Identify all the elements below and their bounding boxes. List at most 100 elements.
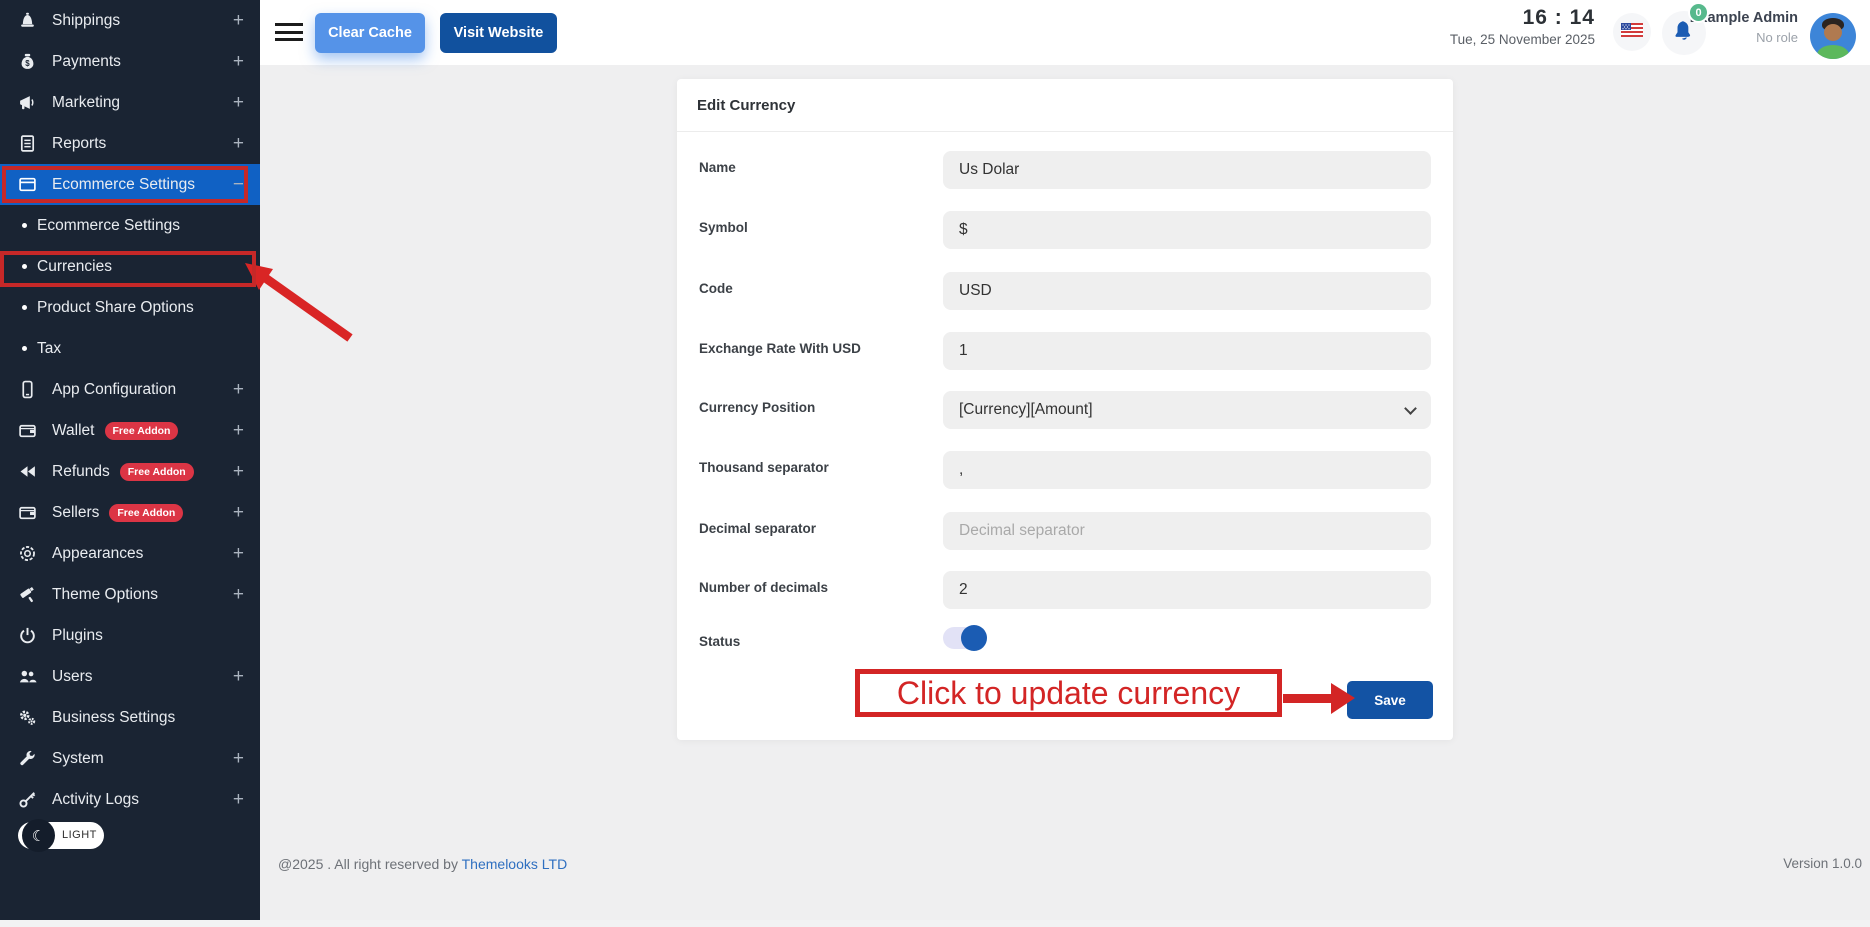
footer-version: Version 1.0.0 xyxy=(1783,856,1862,871)
field-label-currency-position: Currency Position xyxy=(699,400,816,415)
field-control xyxy=(943,272,1431,310)
field-control xyxy=(943,211,1431,249)
sidebar-item-app-configuration[interactable]: App Configuration + xyxy=(0,369,260,410)
moon-icon: ☾ xyxy=(22,819,55,852)
thousand-separator-input[interactable] xyxy=(943,451,1431,489)
sidebar-item-label: Users xyxy=(52,667,93,685)
status-toggle[interactable] xyxy=(943,625,987,651)
phone-icon xyxy=(18,380,40,399)
sidebar-item-label: Business Settings xyxy=(52,708,176,726)
sidebar-item-marketing[interactable]: Marketing + xyxy=(0,82,260,123)
sidebar-item-plugins[interactable]: Plugins xyxy=(0,615,260,656)
sidebar-item-refunds[interactable]: Refunds Free Addon + xyxy=(0,451,260,492)
sidebar-item-label: Plugins xyxy=(52,626,103,644)
sidebar-item-ecommerce-settings[interactable]: Ecommerce Settings − xyxy=(0,164,260,205)
form-row-thousand-separator: Thousand separator xyxy=(699,451,1431,489)
sidebar-item-activity-logs[interactable]: Activity Logs + xyxy=(0,779,260,820)
svg-text:$: $ xyxy=(25,59,30,68)
plus-icon: + xyxy=(232,133,244,154)
field-control xyxy=(943,332,1431,370)
sidebar-item-ecommerce-settings[interactable]: Ecommerce Settings xyxy=(0,205,260,246)
sidebar-item-product-share-options[interactable]: Product Share Options xyxy=(0,287,260,328)
sidebar-item-label: Wallet xyxy=(52,421,95,439)
field-control xyxy=(943,625,1431,651)
clear-cache-button[interactable]: Clear Cache xyxy=(315,13,425,53)
sidebar-item-label: Product Share Options xyxy=(37,298,194,316)
gears-icon xyxy=(18,708,40,727)
form-row-decimal-separator: Decimal separator xyxy=(699,512,1431,550)
name-input[interactable] xyxy=(943,151,1431,189)
form-row-number-of-decimals: Number of decimals xyxy=(699,571,1431,609)
sidebar: Shippings + $ Payments + Marketing + Reports + Ec… xyxy=(0,0,260,920)
sidebar-item-label: Payments xyxy=(52,52,121,70)
sidebar-item-label: Tax xyxy=(37,339,62,357)
sidebar-item-theme-options[interactable]: Theme Options + xyxy=(0,574,260,615)
field-control xyxy=(943,512,1431,550)
footer-copyright: @2025 . All right reserved by Themelooks… xyxy=(278,856,567,872)
field-label-symbol: Symbol xyxy=(699,220,748,235)
wallet-icon xyxy=(18,503,40,522)
plus-icon: + xyxy=(232,789,244,810)
avatar[interactable] xyxy=(1810,13,1856,59)
field-label-name: Name xyxy=(699,160,736,175)
paint-roller-icon xyxy=(18,585,40,604)
plus-icon: + xyxy=(232,51,244,72)
code-input[interactable] xyxy=(943,272,1431,310)
window-icon xyxy=(18,175,40,194)
rewind-icon xyxy=(18,462,40,481)
theme-toggle-label: LIGHT xyxy=(62,829,97,841)
decimal-separator-input[interactable] xyxy=(943,512,1431,550)
theme-toggle[interactable]: ☾ LIGHT xyxy=(18,819,104,852)
sidebar-item-reports[interactable]: Reports + xyxy=(0,123,260,164)
company-link[interactable]: Themelooks LTD xyxy=(462,856,568,872)
sidebar-item-shippings[interactable]: Shippings + xyxy=(0,0,260,41)
bullet-icon xyxy=(22,346,27,351)
plus-icon: + xyxy=(232,92,244,113)
admin-role: No role xyxy=(1756,30,1798,45)
horizontal-scrollbar[interactable] xyxy=(0,920,1870,927)
sidebar-item-tax[interactable]: Tax xyxy=(0,328,260,369)
free-addon-badge: Free Addon xyxy=(109,503,184,522)
field-control xyxy=(943,571,1431,609)
avatar-face xyxy=(1824,24,1842,41)
sidebar-item-label: Activity Logs xyxy=(52,790,140,808)
plus-icon: + xyxy=(232,584,244,605)
form-row-currency-position: Currency Position [Currency][Amount] xyxy=(699,391,1431,429)
sidebar-item-sellers[interactable]: Sellers Free Addon + xyxy=(0,492,260,533)
notification-count-badge: 0 xyxy=(1688,2,1709,23)
exchange-rate-with-usd-input[interactable] xyxy=(943,332,1431,370)
sidebar-item-label: Ecommerce Settings xyxy=(37,216,180,234)
save-button[interactable]: Save xyxy=(1347,681,1433,719)
sidebar-item-business-settings[interactable]: Business Settings xyxy=(0,697,260,738)
hamburger-menu-icon[interactable] xyxy=(275,23,303,41)
number-of-decimals-input[interactable] xyxy=(943,571,1431,609)
copyright-text: @2025 . All right reserved by xyxy=(278,856,458,872)
sidebar-item-users[interactable]: Users + xyxy=(0,656,260,697)
sidebar-item-label: System xyxy=(52,749,104,767)
power-icon xyxy=(18,626,40,645)
field-control xyxy=(943,151,1431,189)
sidebar-item-currencies[interactable]: Currencies xyxy=(0,246,260,287)
field-label-thousand-separator: Thousand separator xyxy=(699,460,829,475)
form-row-status: Status xyxy=(699,625,1431,651)
ship-bell-icon xyxy=(18,11,40,30)
sidebar-item-payments[interactable]: $ Payments + xyxy=(0,41,260,82)
money-bag-icon: $ xyxy=(18,52,40,71)
symbol-input[interactable] xyxy=(943,211,1431,249)
bullet-icon xyxy=(22,305,27,310)
form-row-symbol: Symbol xyxy=(699,211,1431,249)
plus-icon: + xyxy=(232,502,244,523)
sidebar-item-appearances[interactable]: Appearances + xyxy=(0,533,260,574)
sidebar-item-wallet[interactable]: Wallet Free Addon + xyxy=(0,410,260,451)
field-label-code: Code xyxy=(699,281,733,296)
currency-position-select[interactable]: [Currency][Amount] xyxy=(943,391,1431,429)
bullet-icon xyxy=(22,264,27,269)
plus-icon: + xyxy=(232,748,244,769)
plus-icon: + xyxy=(232,420,244,441)
field-label-status: Status xyxy=(699,634,741,649)
sidebar-item-label: Sellers xyxy=(52,503,100,521)
sidebar-item-system[interactable]: System + xyxy=(0,738,260,779)
visit-website-button[interactable]: Visit Website xyxy=(440,13,557,53)
field-label-number-of-decimals: Number of decimals xyxy=(699,580,829,595)
bullet-icon xyxy=(22,223,27,228)
